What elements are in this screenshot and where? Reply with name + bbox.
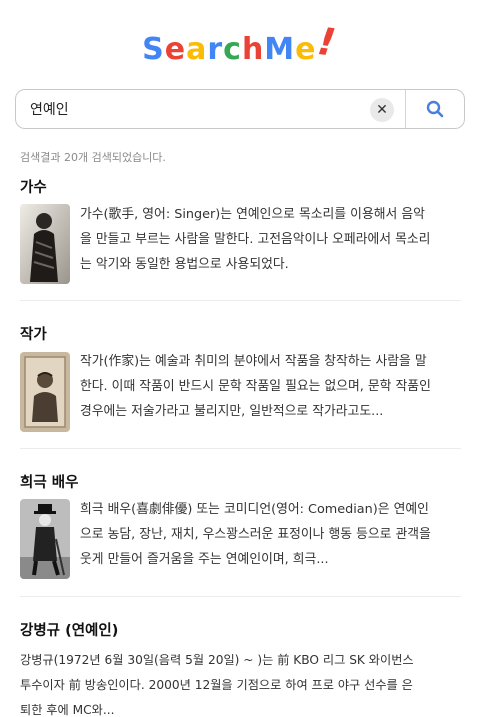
list-item: 희극 배우 희극 배우(喜劇俳優) 또는 코미디언(영어: Comedian)은…	[20, 471, 461, 581]
logo-letter: M	[264, 32, 296, 67]
result-title[interactable]: 작가	[20, 323, 461, 344]
result-snippet: 가수(歌手, 영어: Singer)는 연예인으로 목소리를 이용해서 음악 을…	[80, 207, 431, 272]
list-item: 가수 가수(歌手, 영어: Singer)는 연예인으로 목소리를 이용해서 음…	[20, 176, 461, 286]
logo-letter: a	[186, 32, 208, 67]
search-icon	[426, 100, 444, 118]
result-snippet: 강병규(1972년 6월 30일(음력 5월 20일) ~ )는 前 KBO 리…	[20, 653, 414, 717]
search-box: ✕	[15, 89, 465, 129]
result-divider	[20, 300, 461, 301]
logo[interactable]: SearchMe!	[0, 19, 478, 68]
result-count: 검색결과 20개 검색되었습니다.	[20, 151, 166, 164]
logo-letter: e	[164, 32, 187, 67]
logo-letter: r	[207, 32, 224, 67]
result-thumbnail[interactable]	[20, 352, 70, 432]
result-snippet: 작가(作家)는 예술과 취미의 분야에서 작품을 창작하는 사람을 말 한다. …	[80, 354, 431, 419]
list-item: 작가 작가(作家)는 예술과 취미의 분야에서 작품을 창작하는 사람을 말 한…	[20, 323, 461, 433]
clear-button[interactable]: ✕	[370, 98, 394, 122]
logo-letter: !	[314, 18, 339, 66]
logo-letter: e	[295, 32, 317, 67]
result-snippet: 희극 배우(喜劇俳優) 또는 코미디언(영어: Comedian)은 연예인 으…	[80, 502, 431, 567]
result-title[interactable]: 가수	[20, 176, 461, 197]
result-title[interactable]: 희극 배우	[20, 471, 461, 492]
logo-letter: S	[142, 32, 165, 67]
result-thumbnail[interactable]	[20, 499, 70, 579]
close-icon: ✕	[376, 102, 388, 118]
result-divider	[20, 448, 461, 449]
logo-letter: c	[223, 32, 242, 67]
search-button[interactable]	[406, 90, 465, 128]
result-title[interactable]: 강병규 (연예인)	[20, 619, 461, 640]
search-input[interactable]	[30, 98, 370, 120]
list-item: 강병규 (연예인) 강병규(1972년 6월 30일(음력 5월 20일) ~ …	[20, 619, 461, 717]
logo-letter: h	[241, 32, 265, 67]
result-divider	[20, 596, 461, 597]
result-thumbnail[interactable]	[20, 204, 70, 284]
